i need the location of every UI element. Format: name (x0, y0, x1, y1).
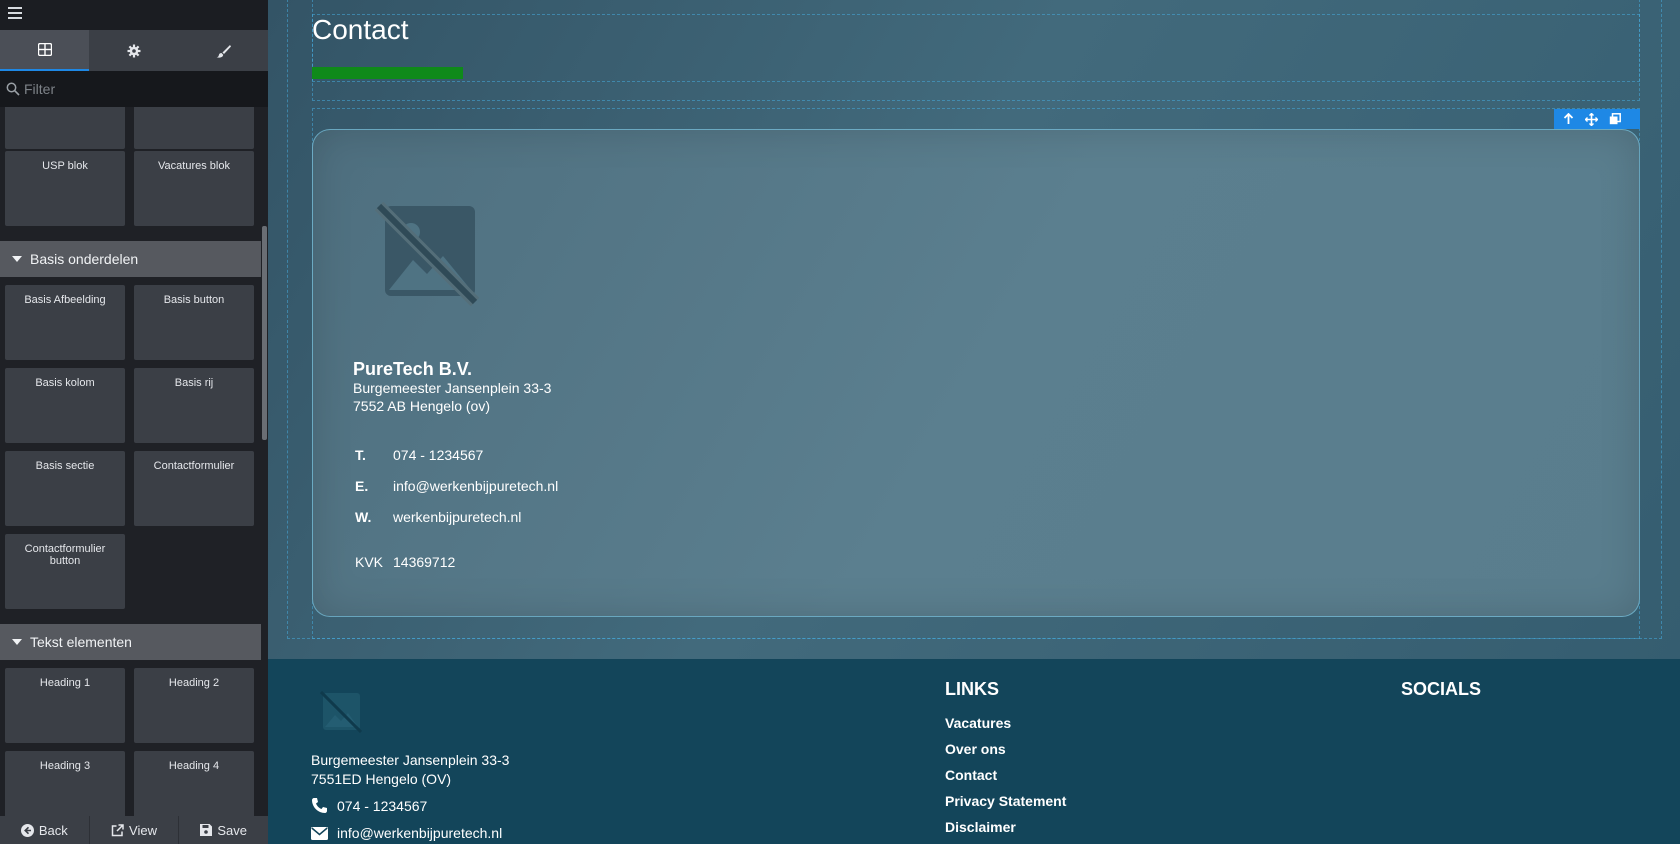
view-label: View (129, 822, 157, 838)
row-outline (312, 14, 1640, 82)
site-footer: Burgemeester Jansenplein 33-3 7551ED Hen… (268, 659, 1680, 844)
company-name: PureTech B.V. (353, 359, 473, 379)
view-button[interactable]: View (90, 816, 180, 844)
footer-link-vacatures[interactable]: Vacatures (945, 715, 1011, 731)
block-heading-2[interactable]: Heading 2 (134, 668, 254, 743)
phone-label: T. (355, 447, 366, 463)
kvk-label: KVK (355, 554, 384, 570)
sidebar-scrollbar[interactable] (262, 226, 267, 440)
block-list[interactable]: USP blok Vacatures blok Basis onderdelen… (0, 107, 268, 816)
footer-email[interactable]: info@werkenbijpuretech.nl (311, 825, 502, 841)
caret-down-icon (12, 256, 22, 262)
block-usp[interactable]: USP blok (5, 151, 125, 226)
footer-phone[interactable]: 074 - 1234567 (311, 797, 427, 814)
footer-address-line-2: 7551ED Hengelo (OV) (311, 771, 452, 787)
phone-icon (312, 798, 327, 813)
tab-blocks[interactable] (0, 30, 90, 71)
website-value[interactable]: werkenbijpuretech.nl (393, 509, 521, 525)
block-item[interactable] (134, 107, 254, 149)
back-label: Back (38, 822, 68, 838)
phone-row: T. 074 - 1234567 (353, 447, 483, 463)
block-basis-rij[interactable]: Basis rij (134, 368, 254, 443)
column-outline (312, 0, 1640, 101)
save-button[interactable]: Save (179, 816, 268, 844)
block-heading-4[interactable]: Heading 4 (134, 751, 254, 816)
email-row: E. info@werkenbijpuretech.nl (353, 478, 558, 494)
block-heading-1[interactable]: Heading 1 (5, 668, 125, 743)
block-basis-button[interactable]: Basis button (134, 285, 254, 360)
page-canvas[interactable]: Contact PureTech B.V. Burgemeester Janse… (268, 0, 1680, 659)
contact-card[interactable]: PureTech B.V. Burgemeester Jansenplein 3… (312, 129, 1640, 617)
filter-bar (0, 71, 268, 107)
website-row: W. werkenbijpuretech.nl (353, 509, 521, 525)
category-basis-onderdelen[interactable]: Basis onderdelen (0, 241, 261, 277)
tab-settings[interactable] (89, 30, 178, 71)
search-icon (6, 82, 20, 96)
save-label: Save (217, 822, 247, 838)
tab-style[interactable] (179, 30, 268, 71)
duplicate-icon[interactable] (1608, 113, 1621, 126)
title-underline-bar[interactable] (312, 67, 463, 79)
sidebar-actions: Back View Save (0, 816, 268, 844)
block-heading-3[interactable]: Heading 3 (5, 751, 125, 816)
brush-icon (216, 44, 231, 58)
no-image-icon (375, 202, 479, 306)
filter-input[interactable] (24, 81, 254, 97)
footer-link-privacy[interactable]: Privacy Statement (945, 793, 1066, 809)
sidebar-topbar (0, 0, 268, 30)
footer-logo-placeholder-icon (320, 691, 362, 733)
socials-heading: SOCIALS (1401, 679, 1482, 699)
footer-link-disclaimer[interactable]: Disclaimer (945, 819, 1016, 835)
block-contactformulier-button[interactable]: Contactformulier button (5, 534, 125, 609)
footer-link-contact[interactable]: Contact (945, 767, 997, 783)
phone-value[interactable]: 074 - 1234567 (393, 447, 483, 463)
footer-address-line-1: Burgemeester Jansenplein 33-3 (311, 752, 510, 768)
category-label: Tekst elementen (30, 634, 132, 650)
element-toolbar (1554, 109, 1640, 129)
links-heading: LINKS (945, 679, 999, 699)
category-label: Basis onderdelen (30, 251, 139, 267)
footer-email-value: info@werkenbijpuretech.nl (337, 825, 503, 841)
category-tekst-elementen[interactable]: Tekst elementen (0, 624, 261, 660)
caret-down-icon (12, 639, 22, 645)
block-vacatures[interactable]: Vacatures blok (134, 151, 254, 226)
arrow-left-circle-icon (20, 823, 34, 837)
email-label: E. (355, 478, 369, 494)
gear-icon (127, 44, 141, 57)
hamburger-menu-icon[interactable] (8, 7, 22, 19)
external-link-icon (111, 823, 124, 836)
back-button[interactable]: Back (0, 816, 90, 844)
email-value[interactable]: info@werkenbijpuretech.nl (393, 478, 558, 494)
envelope-icon (311, 826, 328, 840)
drag-move-icon[interactable] (1585, 112, 1598, 126)
block-basis-kolom[interactable]: Basis kolom (5, 368, 125, 443)
website-label: W. (355, 509, 372, 525)
footer-link-over-ons[interactable]: Over ons (945, 741, 1006, 757)
block-item[interactable] (5, 107, 125, 149)
sidebar-tabs (0, 30, 268, 71)
address-line-1: Burgemeester Jansenplein 33-3 (353, 380, 552, 396)
floppy-disk-icon (200, 824, 213, 836)
block-contactformulier[interactable]: Contactformulier (134, 451, 254, 526)
block-basis-afbeelding[interactable]: Basis Afbeelding (5, 285, 125, 360)
address-line-2: 7552 AB Hengelo (ov) (353, 398, 490, 414)
block-basis-sectie[interactable]: Basis sectie (5, 451, 125, 526)
footer-phone-value: 074 - 1234567 (337, 797, 428, 814)
move-up-icon[interactable] (1562, 113, 1575, 126)
editor-sidebar: USP blok Vacatures blok Basis onderdelen… (0, 0, 268, 844)
kvk-value: 14369712 (393, 554, 456, 570)
kvk-row: KVK 14369712 (353, 554, 455, 570)
page-title[interactable]: Contact (312, 14, 409, 46)
grid-icon (37, 43, 52, 56)
